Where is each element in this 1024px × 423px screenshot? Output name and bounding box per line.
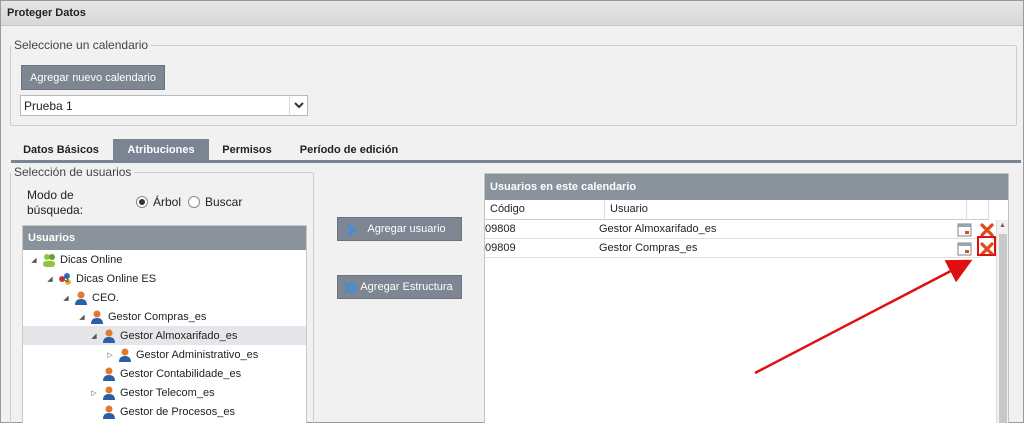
annotation-arrow — [754, 259, 973, 375]
